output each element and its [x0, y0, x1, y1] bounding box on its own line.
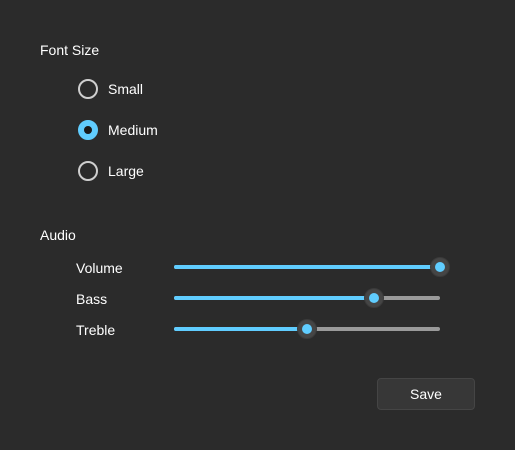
radio-circle-icon [78, 79, 98, 99]
slider-fill [174, 327, 307, 331]
slider-thumb[interactable] [430, 257, 450, 277]
radio-label-small: Small [108, 81, 144, 97]
radio-medium[interactable]: Medium [78, 120, 158, 140]
radio-label-large: Large [108, 163, 144, 179]
slider-thumb[interactable] [363, 288, 384, 308]
slider-fill [174, 296, 374, 300]
radio-circle-icon [78, 161, 98, 181]
treble-label: Treble [76, 322, 116, 338]
slider-thumb[interactable] [297, 319, 317, 339]
bass-label: Bass [76, 291, 108, 307]
save-button[interactable]: Save [377, 378, 475, 410]
bass-slider[interactable] [174, 288, 440, 308]
radio-label-medium: Medium [108, 122, 158, 138]
audio-section-title: Audio [40, 227, 76, 243]
radio-small[interactable]: Small [78, 79, 143, 99]
font-size-section-title: Font Size [40, 42, 100, 58]
treble-slider[interactable] [174, 319, 440, 339]
volume-slider[interactable] [174, 257, 450, 277]
volume-label: Volume [76, 260, 123, 276]
radio-large[interactable]: Large [78, 161, 144, 181]
settings-panel: Font Size Small Medium Large Audio Volum… [0, 0, 515, 450]
slider-fill [174, 265, 440, 269]
radio-circle-icon [78, 120, 98, 140]
